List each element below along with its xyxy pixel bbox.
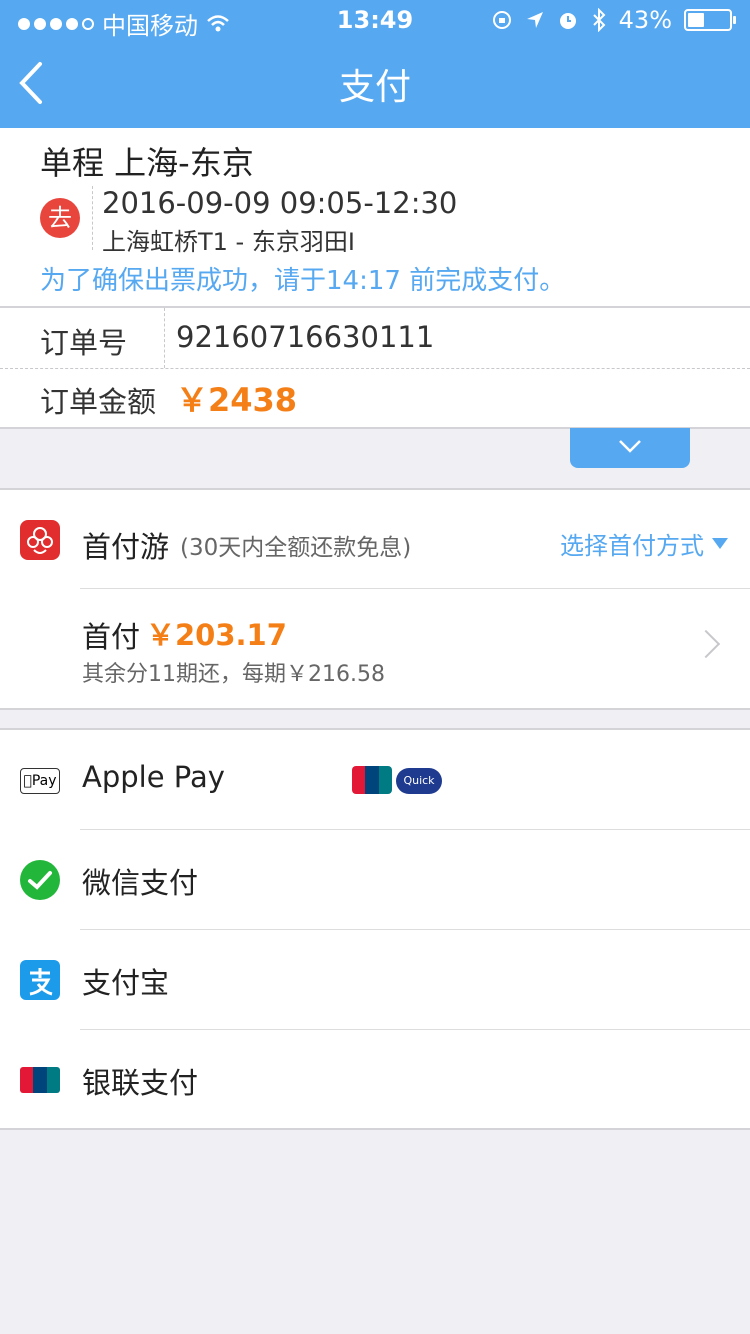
flight-datetime: 2016-09-09 09:05-12:30 <box>102 186 458 220</box>
rotation-lock-icon <box>492 11 511 29</box>
shoufuyou-icon <box>20 520 60 560</box>
battery-icon <box>684 9 736 31</box>
installment-description: (30天内全额还款免息) <box>180 535 412 561</box>
payment-option-alipay[interactable]: 支付宝 <box>0 930 750 1030</box>
order-amount-row: 订单金额 ￥2438 <box>0 369 750 429</box>
nav-bar: 支付 <box>0 40 750 128</box>
unionpay-icon <box>20 1067 60 1093</box>
installment-separator <box>80 588 750 589</box>
first-payment-amount: ￥203.17 <box>146 618 287 652</box>
route-title: 单程 上海-东京 <box>40 144 254 182</box>
order-amount-value: ￥2438 <box>176 381 298 419</box>
alipay-icon <box>20 960 60 1000</box>
unionpay-small-logo <box>352 766 392 794</box>
order-number-row: 订单号 92160716630111 <box>0 308 750 369</box>
payment-method-list: Pay Apple Pay Quick 微信支付 支付宝 银联支付 <box>0 728 750 1130</box>
payment-deadline-notice: 为了确保出票成功，请于14:17 前完成支付。 <box>40 266 566 296</box>
payment-option-wechat[interactable]: 微信支付 <box>0 830 750 930</box>
order-divider <box>164 308 165 368</box>
payment-option-applepay[interactable]: Pay Apple Pay Quick <box>0 730 750 830</box>
order-number-value: 92160716630111 <box>176 320 435 354</box>
chevron-down-icon <box>619 440 641 453</box>
payment-option-label: Apple Pay <box>82 760 225 794</box>
first-payment-label: 首付 <box>82 620 141 654</box>
outbound-badge: 去 <box>40 198 80 238</box>
location-icon <box>526 12 543 28</box>
expand-details-button[interactable] <box>570 428 690 468</box>
payment-option-unionpay[interactable]: 银联支付 <box>0 1030 750 1130</box>
bluetooth-icon <box>592 8 606 32</box>
trip-info: 单程 上海-东京 去 2016-09-09 09:05-12:30 上海虹桥T1… <box>0 128 750 308</box>
installment-remaining: 其余分11期还，每期￥216.58 <box>82 662 385 687</box>
payment-option-label: 支付宝 <box>82 966 170 1000</box>
status-bar: 中国移动 13:49 43% <box>0 0 750 40</box>
order-amount-label: 订单金额 <box>40 385 157 419</box>
select-first-payment-dropdown[interactable]: 选择首付方式 <box>560 526 728 561</box>
alarm-icon <box>559 13 576 29</box>
chevron-right-icon <box>691 629 721 659</box>
apple-pay-icon: Pay <box>20 768 60 794</box>
trip-divider <box>92 186 93 250</box>
payment-option-label: 银联支付 <box>82 1066 199 1100</box>
quickpass-logo: Quick <box>396 768 442 794</box>
payment-option-label: 微信支付 <box>82 866 199 900</box>
select-first-payment-label: 选择首付方式 <box>560 532 704 560</box>
order-number-label: 订单号 <box>40 326 128 360</box>
installment-card: 首付游 (30天内全额还款免息) 选择首付方式 首付 ￥203.17 其余分11… <box>0 488 750 710</box>
page-title: 支付 <box>338 67 411 108</box>
status-right: 43% <box>491 6 736 34</box>
wechat-pay-icon <box>20 860 60 900</box>
flight-airports: 上海虹桥T1 - 东京羽田I <box>102 228 355 256</box>
battery-percent: 43% <box>618 6 672 34</box>
triangle-down-icon <box>712 538 728 549</box>
installment-name: 首付游 <box>82 530 170 564</box>
